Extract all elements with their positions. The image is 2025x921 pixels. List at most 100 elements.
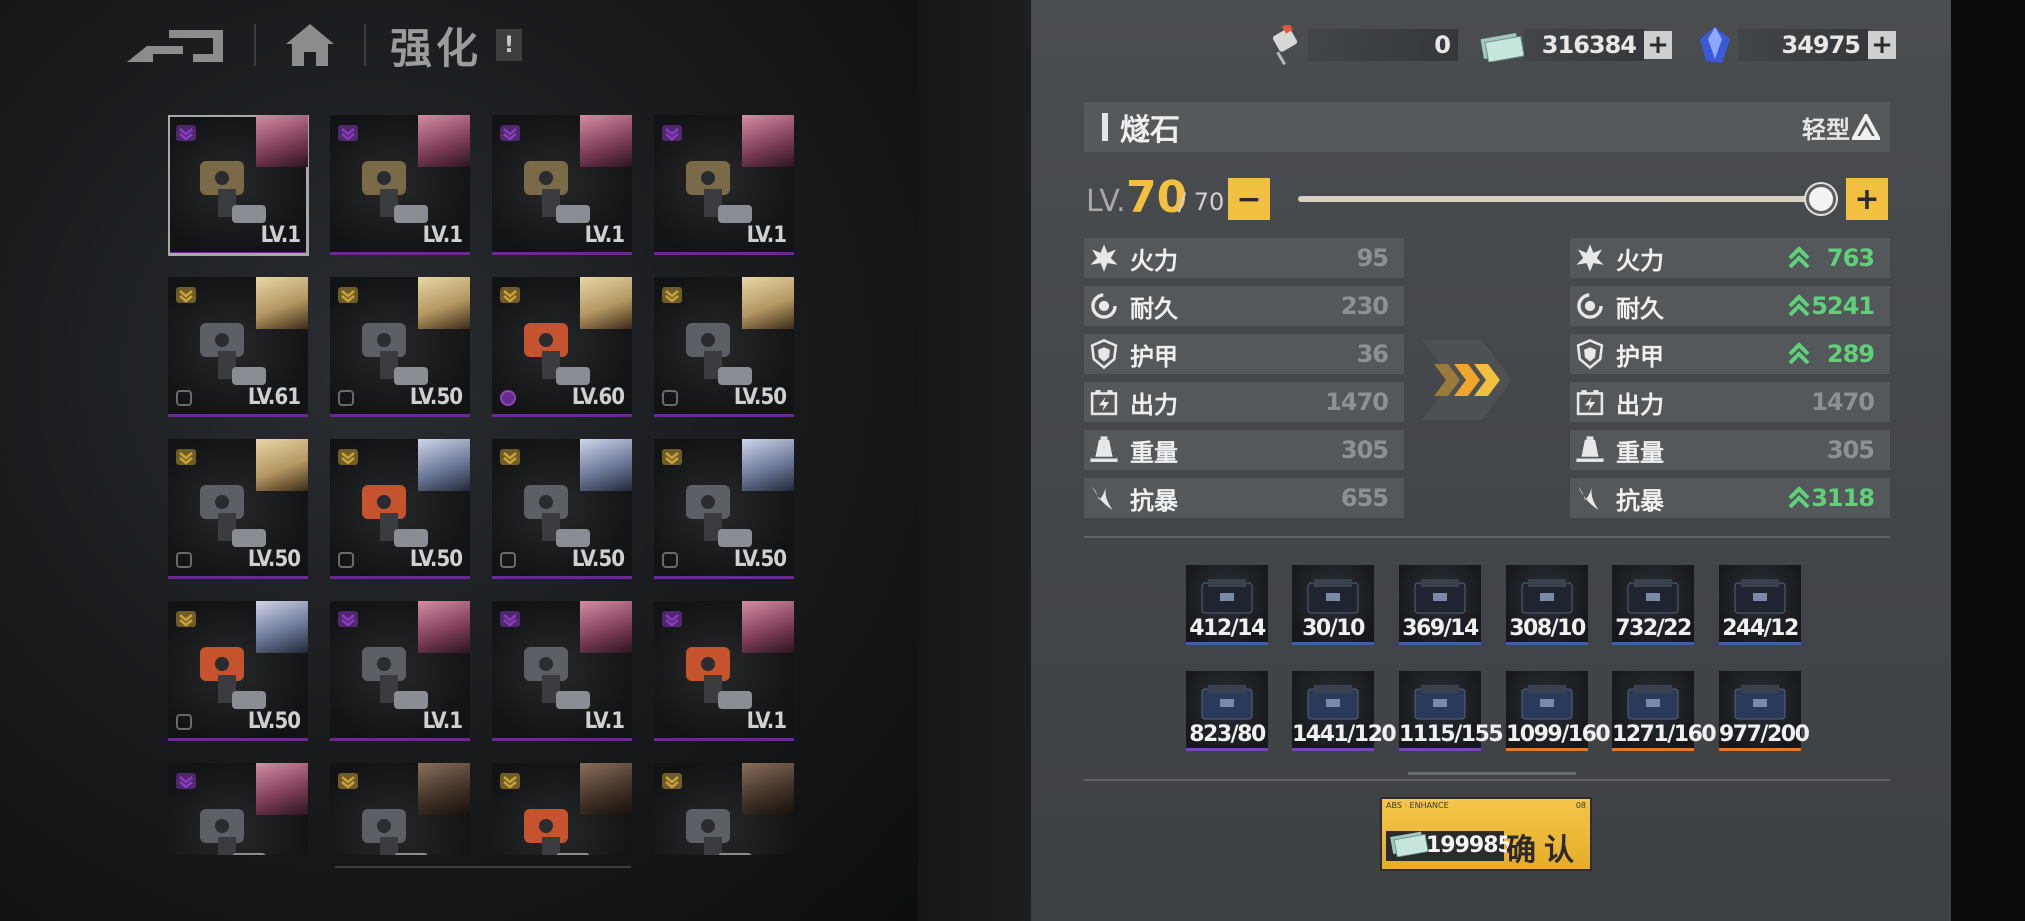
item-card[interactable]: LV.60	[492, 277, 632, 417]
material-quantity: 30/10	[1302, 616, 1365, 641]
stat-value: 36	[1356, 340, 1389, 368]
item-level: LV.1	[746, 709, 787, 734]
item-level: LV.1	[584, 223, 625, 248]
item-card[interactable]: LV.1	[330, 115, 470, 255]
mech-header: 燧石 轻型	[1084, 102, 1890, 152]
materials-scrollbar[interactable]	[1408, 772, 1576, 775]
material-quantity: 977/200	[1719, 722, 1810, 747]
material-slot[interactable]: 1271/160	[1612, 671, 1717, 751]
material-slot[interactable]: 1441/120	[1292, 671, 1397, 751]
item-card[interactable]: LV.1	[168, 115, 309, 256]
stat-row: 护甲 289	[1570, 334, 1890, 374]
currency-value: 316384	[1524, 29, 1644, 61]
durability-icon	[1084, 286, 1124, 326]
stat-name: 护甲	[1616, 342, 1664, 371]
add-cash-button[interactable]: +	[1644, 31, 1672, 59]
material-slot[interactable]: 369/14	[1399, 565, 1481, 645]
stat-row: 火力 763	[1570, 238, 1890, 278]
item-card[interactable]	[492, 763, 632, 855]
rank-chevron-icon	[176, 287, 196, 303]
stat-row: 出力 1470	[1570, 382, 1890, 422]
equip-slot-icon	[500, 390, 516, 406]
home-button[interactable]	[280, 17, 340, 73]
level-plus-button[interactable]: +	[1846, 178, 1888, 220]
item-level: LV.50	[733, 547, 787, 572]
level-max: / 70	[1178, 188, 1225, 216]
rank-chevron-icon	[500, 449, 520, 465]
currency-value: 0	[1308, 29, 1458, 61]
item-card[interactable]	[330, 763, 470, 855]
material-slot[interactable]: 1099/160	[1506, 671, 1611, 751]
pilot-portrait	[742, 439, 794, 491]
item-card[interactable]: LV.50	[330, 439, 470, 579]
rank-chevron-icon	[338, 773, 358, 789]
material-slot[interactable]: 732/22	[1612, 565, 1694, 645]
item-card[interactable]	[654, 763, 794, 855]
stat-value: 305	[1826, 436, 1875, 464]
item-card[interactable]: LV.1	[654, 115, 794, 255]
item-card[interactable]: LV.50	[168, 601, 308, 741]
level-minus-button[interactable]: −	[1228, 178, 1270, 220]
material-slot[interactable]: 1115/155	[1399, 671, 1504, 751]
item-card[interactable]: LV.50	[330, 277, 470, 417]
level-prefix: LV.	[1086, 184, 1126, 219]
material-slot[interactable]: 412/14	[1186, 565, 1268, 645]
stat-value: 1470	[1811, 388, 1875, 416]
rank-chevron-icon	[500, 287, 520, 303]
equip-slot-icon	[662, 552, 678, 568]
stat-value: 95	[1356, 244, 1389, 272]
stat-row: 火力 95	[1084, 238, 1404, 278]
rarity-bar	[1292, 748, 1374, 751]
material-slot[interactable]: 244/12	[1719, 565, 1801, 645]
rank-chevron-icon	[338, 287, 358, 303]
item-card[interactable]: LV.50	[168, 439, 308, 579]
item-level: LV.60	[571, 385, 625, 410]
confirm-button[interactable]: ABS · ENHANCE 08 199985 确认	[1380, 797, 1592, 871]
stat-name: 抗暴	[1130, 486, 1178, 515]
armor-icon	[1084, 334, 1124, 374]
material-box-icon	[1201, 579, 1253, 614]
material-slot[interactable]: 823/80	[1186, 671, 1268, 751]
item-card[interactable]: LV.50	[654, 439, 794, 579]
stat-row: 抗暴 3118	[1570, 478, 1890, 518]
pilot-portrait	[418, 763, 470, 815]
item-card[interactable]: LV.1	[654, 601, 794, 741]
item-card[interactable]	[168, 763, 308, 855]
rank-chevron-icon	[500, 125, 520, 141]
increase-icon	[1788, 486, 1810, 509]
item-card[interactable]: LV.61	[168, 277, 308, 417]
level-slider[interactable]	[1298, 196, 1818, 202]
grid-scrollbar[interactable]	[335, 866, 631, 868]
back-button[interactable]	[120, 17, 230, 73]
item-card[interactable]: LV.50	[492, 439, 632, 579]
level-slider-knob[interactable]	[1806, 184, 1836, 214]
divider-background	[918, 0, 1031, 921]
item-card[interactable]: LV.1	[492, 115, 632, 255]
item-level: LV.1	[422, 709, 463, 734]
currency-cash: 316384 +	[1478, 25, 1672, 65]
material-slot[interactable]: 308/10	[1506, 565, 1588, 645]
rank-chevron-icon	[662, 773, 682, 789]
material-quantity: 1099/160	[1506, 722, 1611, 747]
back-arrow-icon	[127, 30, 223, 62]
rank-chevron-icon	[662, 611, 682, 627]
level-row: LV. 70 / 70 − +	[1086, 170, 1896, 226]
add-crystal-button[interactable]: +	[1868, 31, 1896, 59]
stat-name: 出力	[1130, 390, 1178, 419]
material-slot[interactable]: 977/200	[1719, 671, 1810, 751]
material-quantity: 412/14	[1189, 616, 1266, 641]
material-box-icon	[1521, 685, 1573, 720]
info-button[interactable]: !	[496, 29, 523, 61]
stat-row: 护甲 36	[1084, 334, 1404, 374]
material-quantity: 244/12	[1722, 616, 1799, 641]
item-level: LV.50	[409, 547, 463, 572]
stat-name: 火力	[1616, 246, 1664, 275]
item-card[interactable]: LV.1	[492, 601, 632, 741]
rank-chevron-icon	[500, 773, 520, 789]
equip-slot-icon	[338, 390, 354, 406]
item-card[interactable]: LV.50	[654, 277, 794, 417]
pilot-portrait	[256, 763, 308, 815]
material-slot[interactable]: 30/10	[1292, 565, 1374, 645]
stat-value: 1470	[1325, 388, 1389, 416]
item-card[interactable]: LV.1	[330, 601, 470, 741]
